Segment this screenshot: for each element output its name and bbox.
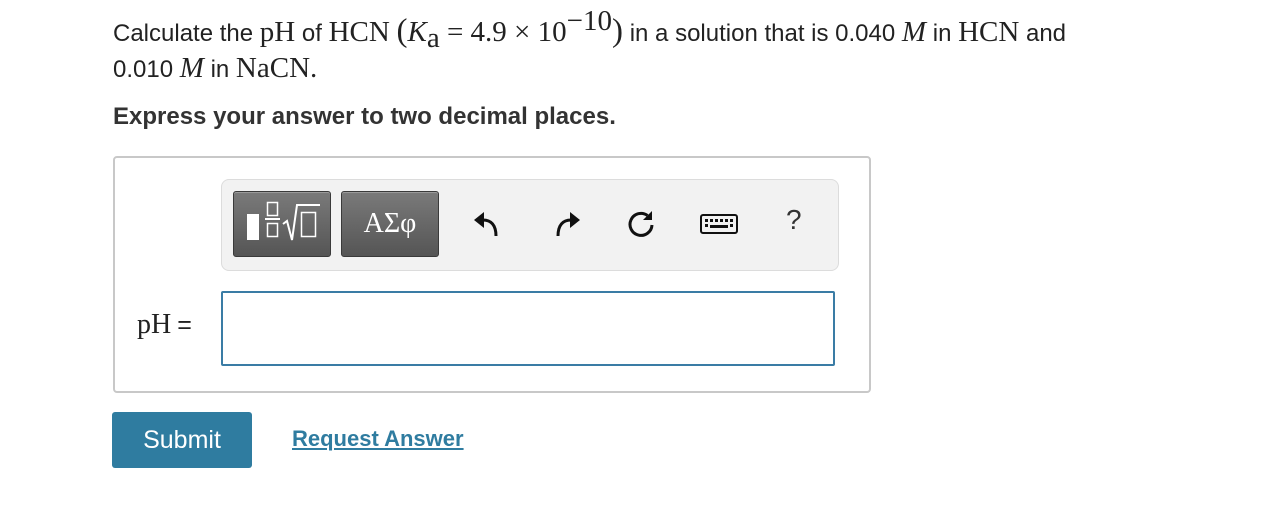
reset-icon[interactable] [625,208,657,240]
ph-label-text: pH [137,309,172,340]
submit-button[interactable]: Submit [112,412,252,468]
question-text-part: in [203,56,236,83]
ph-symbol: pH [259,16,296,48]
question-text: Calculate the pH of HCN (Ka = 4.9 × 10−1… [113,7,1233,87]
molarity-unit: M [901,16,927,48]
nacn-formula: NaCN [235,52,311,84]
molarity-unit: M [179,52,204,84]
question-text-part: of [295,20,329,47]
instruction-text: Express your answer to two decimal place… [113,103,616,130]
ka-subscript: a [426,21,440,54]
redo-icon[interactable] [552,208,584,240]
question-text-part: and [1019,20,1067,47]
undo-icon[interactable] [470,208,502,240]
request-answer-link[interactable]: Request Answer [292,426,464,452]
ph-label: pH = [137,308,192,341]
fraction-sqrt-template-icon [247,201,320,241]
ph-answer-input[interactable] [221,291,835,366]
ka-exponent: −10 [566,5,613,37]
ka-value: = 4.9 × 10 [439,16,567,48]
question-text-part: Calculate the [113,20,260,47]
greek-symbols-button[interactable]: ΑΣφ [341,191,439,257]
question-text-part: in [926,20,959,47]
question-text-part: 0.010 [113,56,180,83]
paren-open: ( [396,13,408,49]
fraction-sqrt-template-button[interactable] [233,191,331,257]
question-text-part: . [310,52,318,84]
keyboard-icon[interactable] [699,208,739,240]
hcn-formula: HCN [958,16,1020,48]
answer-panel: ΑΣφ ? pH = [113,156,871,393]
hcn-formula: HCN [328,16,390,48]
question-text-part: in a solution that is 0.040 [623,20,902,47]
math-toolbar: ΑΣφ ? [221,179,839,271]
help-button[interactable]: ? [786,204,802,236]
paren-close: ) [612,13,624,49]
ph-answer-field[interactable] [225,293,835,366]
ka-symbol: K [407,16,427,48]
equals-sign: = [177,311,192,339]
